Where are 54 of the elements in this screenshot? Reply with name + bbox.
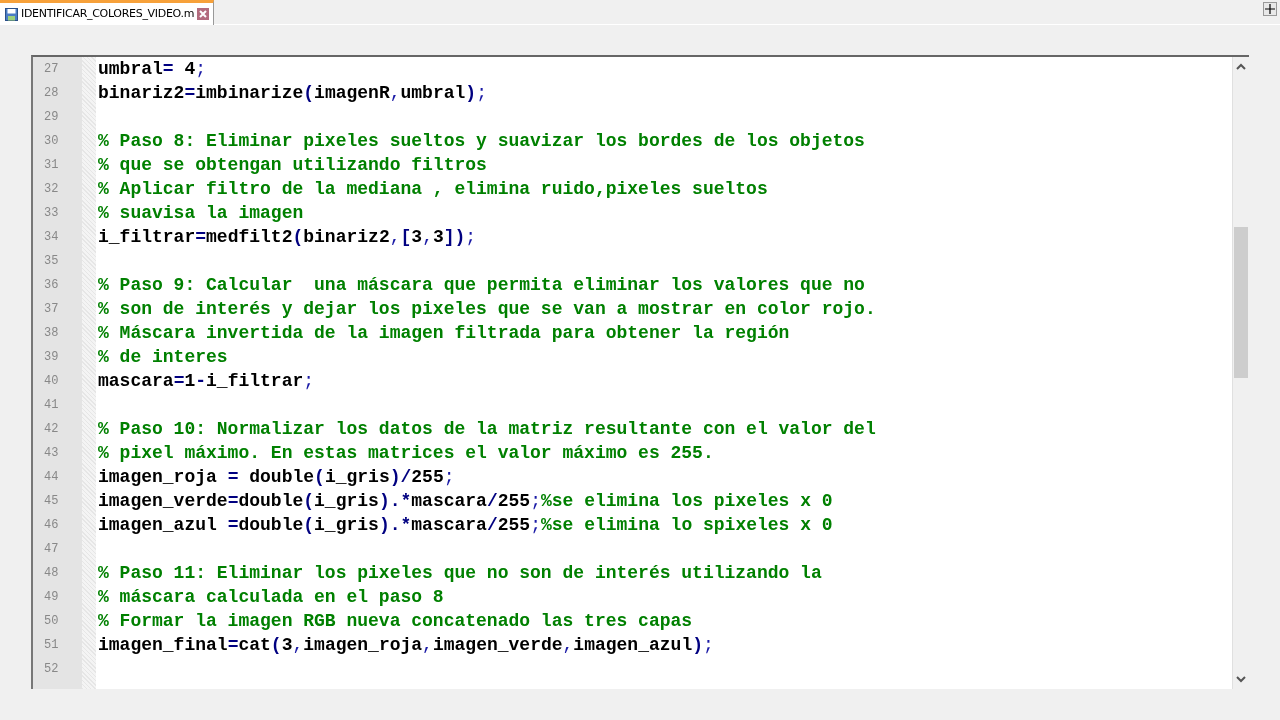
line-number: 49	[43, 589, 60, 606]
tab-label: IDENTIFICAR_COLORES_VIDEO.m	[21, 5, 195, 22]
code-line: i_filtrar=medfilt2(binariz2,[3,3]);	[98, 226, 477, 249]
line-number: 36	[43, 277, 60, 294]
line-number: 31	[43, 157, 60, 174]
line-number: 27	[43, 61, 60, 78]
line-number: 45	[43, 493, 60, 510]
code-line: imagen_final=cat(3,imagen_roja,imagen_verde,imagen_azul);	[98, 634, 714, 657]
code-line: imagen_azul =double(i_gris).*mascara/255;%se elimina lo spixeles x 0	[98, 514, 833, 537]
line-number: 35	[43, 253, 60, 270]
code-line: % pixel máximo. En estas matrices el valor máximo es 255.	[98, 442, 714, 465]
code-line: % de interes	[98, 346, 228, 369]
line-number: 28	[43, 85, 60, 102]
line-number: 46	[43, 517, 60, 534]
line-number: 52	[43, 661, 60, 678]
close-icon[interactable]	[197, 8, 210, 20]
code-line: umbral= 4;	[98, 58, 207, 81]
line-number: 37	[43, 301, 60, 318]
line-number: 40	[43, 373, 60, 390]
code-line: % Formar la imagen RGB nueva concatenado las tres capas	[98, 610, 693, 633]
code-line: % Paso 11: Eliminar los pixeles que no son de interés utilizando la	[98, 562, 822, 585]
scroll-down-icon[interactable]	[1235, 673, 1247, 685]
line-number: 41	[43, 397, 60, 414]
line-number: 39	[43, 349, 60, 366]
line-number: 48	[43, 565, 60, 582]
line-number: 43	[43, 445, 60, 462]
save-icon	[5, 7, 18, 21]
line-number: 30	[43, 133, 60, 150]
code-line: % Aplicar filtro de la mediana , elimina ruido,pixeles sueltos	[98, 178, 768, 201]
code-line: % que se obtengan utilizando filtros	[98, 154, 487, 177]
code-line: binariz2=imbinarize(imagenR,umbral);	[98, 82, 487, 105]
scrollbar-thumb[interactable]	[1234, 227, 1248, 378]
line-number: 47	[43, 541, 60, 558]
line-number: 50	[43, 613, 60, 630]
line-number: 34	[43, 229, 60, 246]
line-number: 33	[43, 205, 60, 222]
line-number: 51	[43, 637, 60, 654]
line-number: 44	[43, 469, 60, 486]
line-number: 32	[43, 181, 60, 198]
code-line: imagen_verde=double(i_gris).*mascara/255;%se elimina los pixeles x 0	[98, 490, 833, 513]
line-number: 29	[43, 109, 60, 126]
file-tab[interactable]: IDENTIFICAR_COLORES_VIDEO.m	[0, 0, 215, 25]
code-line: mascara=1-i_filtrar;	[98, 370, 315, 393]
code-line: % suavisa la imagen	[98, 202, 304, 225]
code-line: % Paso 9: Calcular una máscara que permita eliminar los valores que no	[98, 274, 865, 297]
code-line: % máscara calculada en el paso 8	[98, 586, 444, 609]
code-line: % Máscara invertida de la imagen filtrada para obtener la región	[98, 322, 790, 345]
line-number: 38	[43, 325, 60, 342]
code-line: % Paso 8: Eliminar pixeles sueltos y suavizar los bordes de los objetos	[98, 130, 865, 153]
code-line: % son de interés y dejar los pixeles que se van a mostrar en color rojo.	[98, 298, 876, 321]
code-line: imagen_roja = double(i_gris)/255;	[98, 466, 455, 489]
code-line: % Paso 10: Normalizar los datos de la matriz resultante con el valor del	[98, 418, 876, 441]
new-tab-button[interactable]	[1263, 2, 1277, 16]
line-number: 42	[43, 421, 60, 438]
